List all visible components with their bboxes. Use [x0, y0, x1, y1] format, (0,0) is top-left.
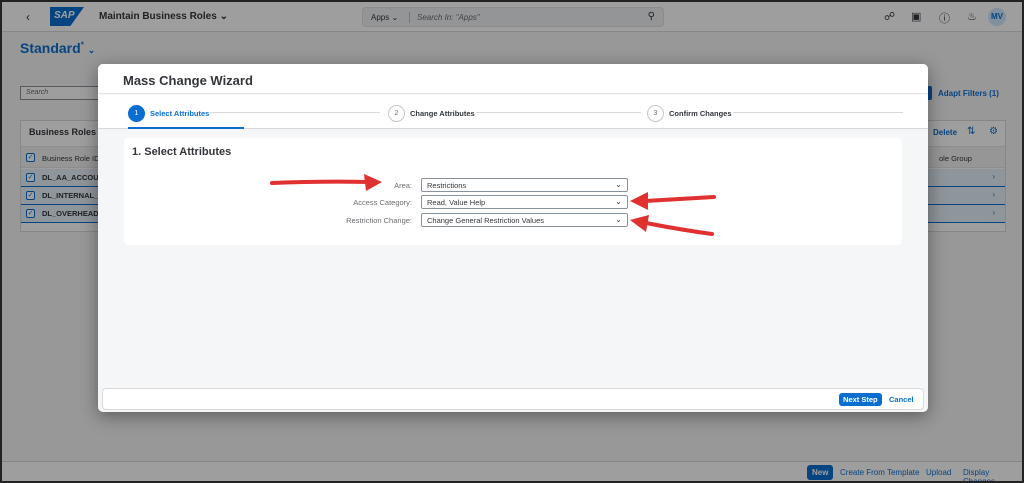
step-label: Confirm Changes [669, 108, 732, 118]
step-number: 1 [128, 104, 145, 122]
wizard-step-3[interactable]: 3 Confirm Changes [647, 104, 732, 122]
next-step-button[interactable]: Next Step [839, 393, 882, 406]
select-attributes-form: 1. Select Attributes Area: Restrictions … [124, 138, 902, 245]
area-select[interactable]: Restrictions ⌄ [421, 178, 628, 192]
step-connector [733, 112, 903, 113]
dialog-header: Mass Change Wizard [98, 64, 928, 94]
cancel-button[interactable]: Cancel [889, 395, 914, 404]
access-category-value: Read, Value Help [427, 198, 486, 207]
chevron-down-icon: ⌄ [615, 215, 622, 224]
chevron-down-icon: ⌄ [615, 180, 622, 189]
dialog-title: Mass Change Wizard [123, 73, 253, 88]
step-label: Select Attributes [150, 108, 210, 118]
area-value: Restrictions [427, 181, 467, 190]
chevron-down-icon: ⌄ [615, 197, 622, 206]
step-connector [210, 112, 380, 113]
wizard-step-2[interactable]: 2 Change Attributes [388, 104, 475, 122]
access-category-select[interactable]: Read, Value Help ⌄ [421, 195, 628, 209]
restriction-change-value: Change General Restriction Values [427, 216, 545, 225]
step-number: 3 [647, 104, 664, 122]
mass-change-dialog: Mass Change Wizard 1 Select Attributes 2… [98, 64, 928, 412]
step-connector [476, 112, 641, 113]
restriction-change-select[interactable]: Change General Restriction Values ⌄ [421, 213, 628, 227]
section-title: 1. Select Attributes [132, 146, 232, 158]
page: ‹ SAP Maintain Business Roles ⌄ Apps ⌄ S… [0, 0, 1024, 483]
step-label: Change Attributes [410, 108, 475, 118]
step-number: 2 [388, 104, 405, 122]
area-label: Area: [394, 181, 412, 190]
access-category-label: Access Category: [353, 198, 412, 207]
restriction-change-label: Restriction Change: [346, 216, 412, 225]
active-step-indicator [128, 127, 244, 129]
wizard-step-1[interactable]: 1 Select Attributes [128, 104, 209, 122]
dialog-footer: Next Step Cancel [102, 388, 924, 410]
